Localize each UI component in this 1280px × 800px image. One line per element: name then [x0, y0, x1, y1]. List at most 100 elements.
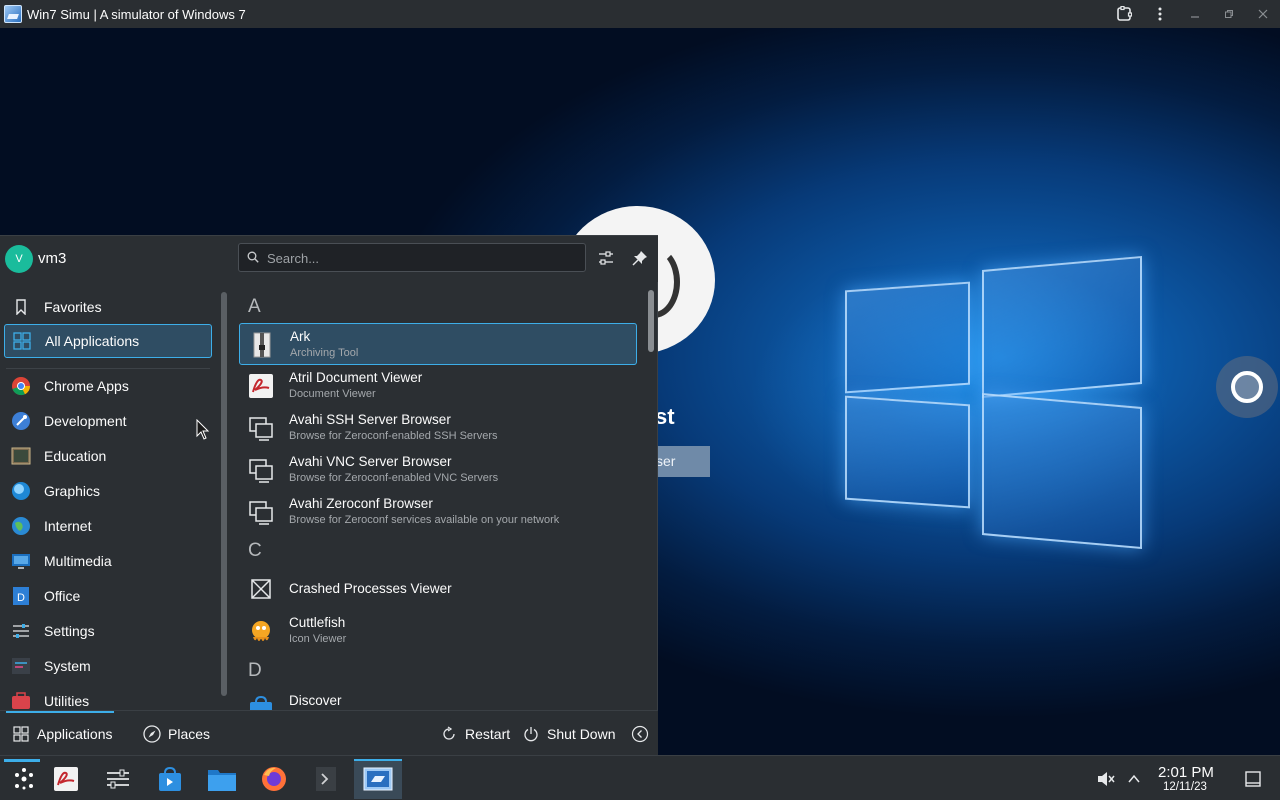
- search-box[interactable]: [238, 243, 586, 272]
- pdf-icon: [51, 764, 81, 794]
- pin-button[interactable]: [628, 246, 652, 270]
- application-list-scrollbar[interactable]: [644, 286, 658, 710]
- app-description: Browse for Zeroconf-enabled VNC Servers: [289, 472, 499, 484]
- category-system[interactable]: System: [4, 649, 212, 683]
- taskbar-settings[interactable]: [94, 759, 142, 799]
- grid-icon: [12, 725, 30, 743]
- windows-logo-pane: [845, 395, 970, 509]
- app-item-avahi-vnc[interactable]: Avahi VNC Server Browser Browse for Zero…: [239, 449, 637, 491]
- close-icon[interactable]: [1246, 0, 1280, 28]
- development-icon: [10, 410, 32, 432]
- graphics-icon: [10, 480, 32, 502]
- category-label: Chrome Apps: [44, 378, 129, 394]
- chevron-left-circle-icon: [631, 725, 649, 743]
- screenshot-icon[interactable]: [1106, 0, 1142, 28]
- crash-icon: [247, 575, 275, 603]
- clock-date[interactable]: 12/11/23: [1163, 781, 1207, 793]
- tab-applications[interactable]: Applications: [12, 723, 113, 745]
- category-list: Favorites All Applications Chrome Apps D…: [0, 286, 216, 710]
- category-chrome-apps[interactable]: Chrome Apps: [4, 369, 212, 403]
- restore-icon[interactable]: [1212, 0, 1246, 28]
- category-all-applications[interactable]: All Applications: [4, 324, 212, 358]
- restart-button[interactable]: Restart: [440, 723, 510, 745]
- category-education[interactable]: Education: [4, 439, 212, 473]
- configure-button[interactable]: [594, 246, 618, 270]
- taskbar-terminal[interactable]: [302, 759, 350, 799]
- user-avatar[interactable]: V: [5, 245, 33, 273]
- windows-logo-pane: [982, 393, 1142, 549]
- tray-expand-chevron-up-icon[interactable]: [1126, 771, 1142, 787]
- floating-assistive-button[interactable]: [1216, 356, 1278, 418]
- shutdown-label: Shut Down: [547, 726, 616, 742]
- user-name: vm3: [38, 250, 67, 267]
- volume-muted-icon[interactable]: [1096, 769, 1116, 789]
- svg-text:D: D: [17, 592, 25, 604]
- search-input[interactable]: [267, 247, 577, 269]
- application-launcher: V vm3 Favorites All Applications Chrome …: [0, 235, 658, 756]
- category-scrollbar[interactable]: [218, 286, 232, 710]
- app-description: Browse for Zeroconf-enabled SSH Servers: [289, 430, 498, 442]
- terminal-icon: [311, 764, 341, 794]
- minimize-icon[interactable]: [1178, 0, 1212, 28]
- tab-places[interactable]: Places: [143, 723, 210, 745]
- app-item-atril[interactable]: Atril Document Viewer Document Viewer: [239, 365, 637, 407]
- app-name: Crashed Processes Viewer: [289, 581, 452, 596]
- network-icon: [247, 456, 275, 484]
- power-icon: [522, 725, 540, 743]
- education-icon: [10, 445, 32, 467]
- category-label: Settings: [44, 623, 95, 639]
- active-tab-indicator: [6, 711, 114, 713]
- app-item-discover[interactable]: Discover: [239, 680, 637, 710]
- taskbar-launcher-button[interactable]: [0, 759, 48, 799]
- pdf-icon: [247, 372, 275, 400]
- taskbar: 2:01 PM 12/11/23: [0, 755, 1280, 800]
- taskbar-discover[interactable]: [146, 759, 194, 799]
- app-item-ark[interactable]: Ark Archiving Tool: [239, 323, 637, 365]
- store-icon: [155, 764, 185, 794]
- scrollbar-thumb[interactable]: [648, 290, 654, 352]
- app-name: Avahi VNC Server Browser: [289, 454, 452, 469]
- app-item-cuttlefish[interactable]: Cuttlefish Icon Viewer: [239, 610, 637, 652]
- section-header: C: [248, 540, 262, 561]
- search-icon: [247, 251, 259, 263]
- category-multimedia[interactable]: Multimedia: [4, 544, 212, 578]
- app-item-avahi-zeroconf[interactable]: Avahi Zeroconf Browser Browse for Zeroco…: [239, 491, 637, 533]
- scrollbar-thumb[interactable]: [221, 292, 227, 696]
- window-title: Win7 Simu | A simulator of Windows 7: [27, 6, 246, 22]
- taskbar-atril[interactable]: [42, 759, 90, 799]
- category-label: Utilities: [44, 693, 90, 709]
- category-label: Graphics: [44, 483, 101, 499]
- taskbar-files[interactable]: [198, 759, 246, 799]
- clock-time[interactable]: 2:01 PM: [1158, 764, 1214, 781]
- category-label: Multimedia: [44, 553, 112, 569]
- category-office[interactable]: D Office: [4, 579, 212, 613]
- menu-kebab-icon[interactable]: [1142, 0, 1178, 28]
- app-description: Archiving Tool: [290, 347, 359, 359]
- category-graphics[interactable]: Graphics: [4, 474, 212, 508]
- taskbar-firefox[interactable]: [250, 759, 298, 799]
- app-item-crashed-processes[interactable]: Crashed Processes Viewer: [239, 568, 637, 610]
- office-icon: D: [10, 585, 32, 607]
- category-development[interactable]: Development: [4, 404, 212, 438]
- category-internet[interactable]: Internet: [4, 509, 212, 543]
- internet-icon: [10, 515, 32, 537]
- app-description: Document Viewer: [289, 388, 376, 400]
- category-favorites[interactable]: Favorites: [4, 290, 212, 324]
- pin-icon: [632, 251, 647, 266]
- app-item-avahi-ssh[interactable]: Avahi SSH Server Browser Browse for Zero…: [239, 407, 637, 449]
- shutdown-button[interactable]: Shut Down: [522, 723, 615, 745]
- category-label: All Applications: [45, 333, 140, 349]
- tab-label: Applications: [37, 726, 113, 742]
- settings-icon: [103, 764, 133, 794]
- window-titlebar: Win7 Simu | A simulator of Windows 7: [0, 0, 1280, 28]
- compass-icon: [143, 725, 161, 743]
- tab-label: Places: [168, 726, 211, 742]
- category-settings[interactable]: Settings: [4, 614, 212, 648]
- taskbar-win7simu[interactable]: [354, 759, 402, 799]
- category-utilities[interactable]: Utilities: [4, 684, 212, 710]
- system-icon: [10, 655, 32, 677]
- windows-logo-pane: [845, 281, 970, 394]
- more-session-options-button[interactable]: [631, 723, 656, 745]
- show-desktop-icon[interactable]: [1244, 770, 1262, 788]
- chrome-icon: [10, 375, 32, 397]
